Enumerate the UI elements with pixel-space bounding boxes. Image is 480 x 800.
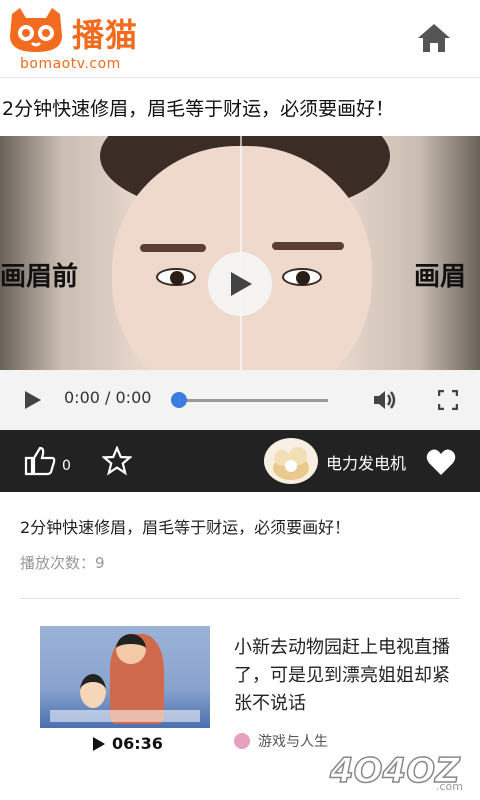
video-player[interactable]: 画眉前 画眉 <box>0 136 480 370</box>
thumbnail-caption-bar <box>50 710 200 722</box>
recommend-thumbnail[interactable] <box>40 626 210 728</box>
volume-icon[interactable] <box>372 388 398 412</box>
play-icon <box>93 737 105 751</box>
play-icon <box>231 272 252 296</box>
channel-avatar[interactable] <box>264 438 318 484</box>
heart-icon[interactable] <box>426 448 456 476</box>
logo-text: 播猫 <box>72 16 139 54</box>
home-icon[interactable] <box>414 18 454 58</box>
avatar-image <box>273 447 309 480</box>
cat-logo-icon <box>10 8 62 52</box>
fullscreen-icon[interactable] <box>438 390 458 410</box>
thumbnail-kid <box>80 674 106 708</box>
play-icon[interactable] <box>22 390 42 410</box>
eye-right <box>282 268 322 286</box>
watermark-logo: 4O4OZ .com <box>328 750 463 793</box>
channel-icon <box>234 733 250 749</box>
recommend-channel[interactable]: 游戏与人生 <box>258 731 328 751</box>
time-display: 0:00 / 0:00 <box>64 388 152 407</box>
brow-right <box>272 242 344 250</box>
play-count: 播放次数：9 <box>20 554 105 572</box>
recommend-duration: 06:36 <box>112 734 163 753</box>
video-controls: 0:00 / 0:00 <box>0 370 480 430</box>
eye-left <box>156 268 196 286</box>
video-description: 2分钟快速修眉，眉毛等于财运，必须要画好！ <box>20 518 351 537</box>
recommend-title[interactable]: 小新去动物园赶上电视直播了，可是见到漂亮姐姐却紧张不说话 <box>234 634 454 718</box>
logo-url: bomaotv.com <box>20 56 121 72</box>
like-count: 0 <box>62 458 71 474</box>
divider <box>20 598 460 599</box>
svg-text:.com: .com <box>436 780 463 793</box>
logo[interactable]: 播猫 bomaotv.com <box>6 4 156 74</box>
channel-name[interactable]: 电力发电机 <box>326 450 406 474</box>
seek-bar[interactable] <box>178 399 328 402</box>
label-before: 画眉前 <box>0 262 79 292</box>
app-header: 播猫 bomaotv.com <box>0 0 480 78</box>
action-bar: 0 电力发电机 <box>0 430 480 492</box>
seek-handle[interactable] <box>171 392 187 408</box>
thumbs-up-icon[interactable] <box>24 446 56 476</box>
label-after: 画眉 <box>414 262 467 292</box>
play-button[interactable] <box>208 252 272 316</box>
star-icon[interactable] <box>102 446 132 476</box>
brow-left <box>140 244 206 252</box>
page-title: 2分钟快速修眉，眉毛等于财运，必须要画好！ <box>2 98 395 120</box>
thumbnail-head <box>116 634 146 664</box>
